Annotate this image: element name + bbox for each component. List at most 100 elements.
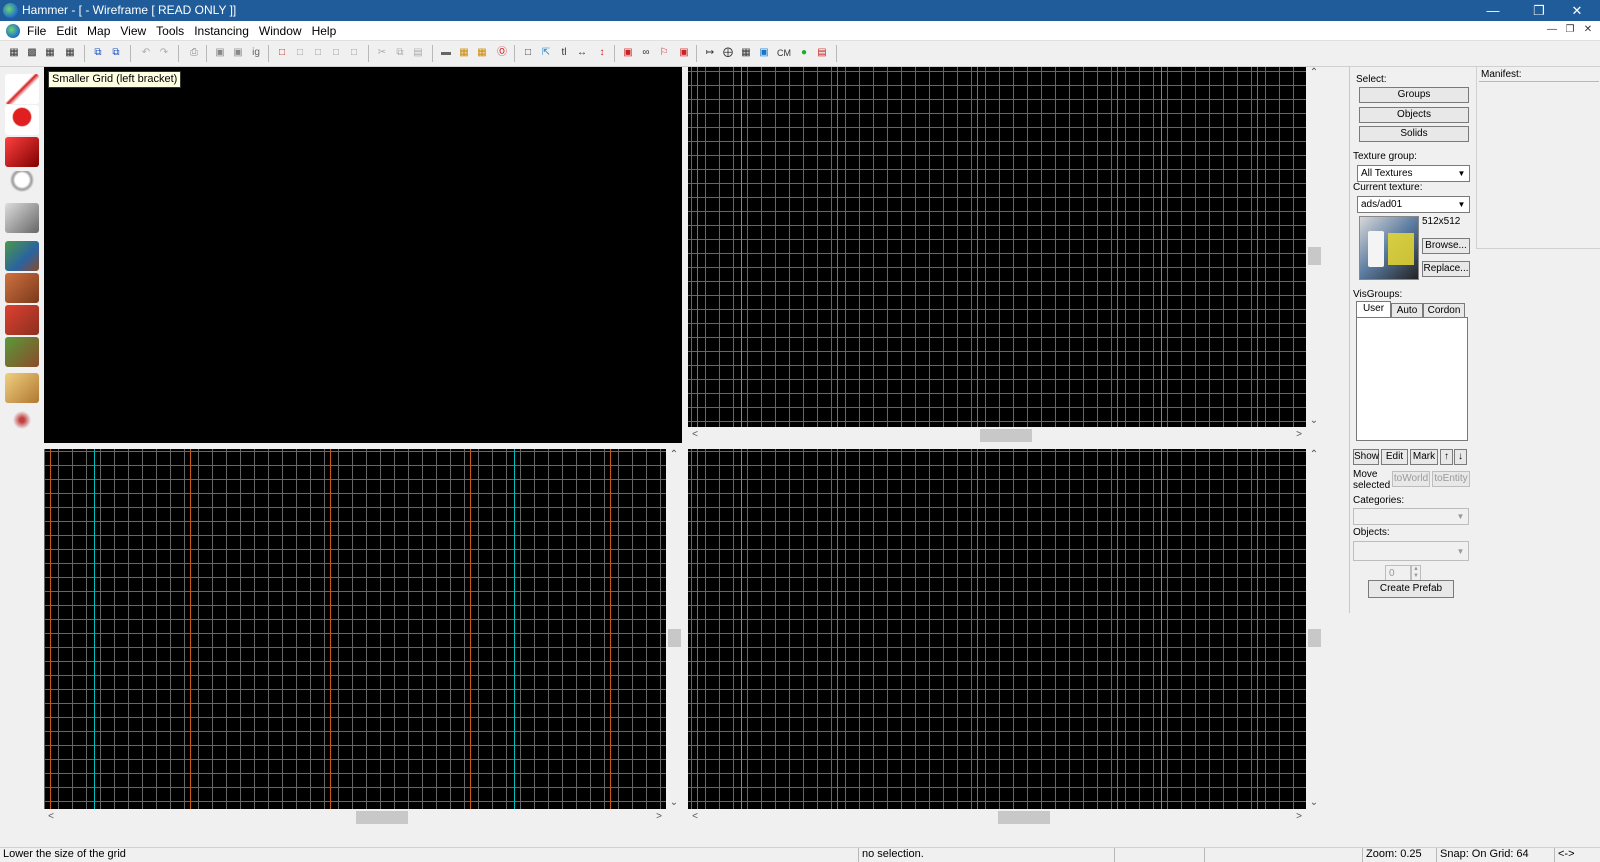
replace-button[interactable]: Replace... xyxy=(1422,261,1470,277)
minimize-button[interactable]: — xyxy=(1470,0,1516,21)
texture-lock-icon[interactable]: □ xyxy=(274,45,290,61)
menu-help[interactable]: Help xyxy=(312,24,337,38)
selection-box-icon[interactable]: □ xyxy=(520,45,536,61)
scrollbar-thumb[interactable] xyxy=(1308,629,1321,647)
selection-tool-icon[interactable] xyxy=(5,74,39,104)
flip-vertical-icon[interactable]: ↕ xyxy=(594,45,610,61)
radius-icon[interactable]: Ⓞ xyxy=(494,45,510,61)
categories-select[interactable]: ▼ xyxy=(1353,508,1469,525)
quick-show-icon[interactable]: ▣ xyxy=(676,45,692,61)
menu-instancing[interactable]: Instancing xyxy=(194,24,249,38)
scroll-down-icon[interactable]: ⌄ xyxy=(667,797,681,808)
print-icon[interactable]: ⎙ xyxy=(186,45,202,61)
camera-tool-icon[interactable] xyxy=(5,137,39,167)
compile-icon[interactable]: ↦ xyxy=(702,45,718,61)
visgroups-tab-user[interactable]: User xyxy=(1356,301,1391,317)
visgroups-mark-button[interactable]: Mark xyxy=(1410,449,1438,465)
menu-map[interactable]: Map xyxy=(87,24,110,38)
menu-view[interactable]: View xyxy=(120,24,146,38)
scrollbar-thumb[interactable] xyxy=(1308,247,1321,265)
scroll-right-icon[interactable]: > xyxy=(1292,811,1306,822)
vertex-tool-icon[interactable] xyxy=(5,405,39,435)
vmf-build-icon[interactable]: ▤ xyxy=(814,45,830,61)
scroll-left-icon[interactable]: < xyxy=(44,811,58,822)
flip-horizontal-icon[interactable]: ↔ xyxy=(574,45,590,61)
hide-selected-icon[interactable]: ▣ xyxy=(212,45,228,61)
select-by-handles-icon[interactable]: ⇱ xyxy=(538,45,554,61)
viewport-front-horizontal-scrollbar[interactable]: < > xyxy=(44,809,666,826)
lightmap-icon[interactable]: ▦ xyxy=(474,45,490,61)
ungroup-icon[interactable]: ⧉ xyxy=(108,45,124,61)
hide-unselected-icon[interactable]: ▣ xyxy=(230,45,246,61)
larger-grid-icon[interactable]: ▦ xyxy=(62,45,78,61)
viewport-side-vertical-scrollbar[interactable]: ⌃ ⌄ xyxy=(1306,449,1323,809)
entity-tool-icon[interactable] xyxy=(5,171,39,201)
clip-icon[interactable]: □ xyxy=(346,45,362,61)
create-prefab-button[interactable]: Create Prefab xyxy=(1368,580,1454,598)
clipping-tool-icon[interactable] xyxy=(5,373,39,403)
mdi-close-button[interactable]: ✕ xyxy=(1580,24,1596,35)
select-solids-button[interactable]: Solids xyxy=(1359,126,1469,142)
viewport-top-horizontal-scrollbar[interactable]: < > xyxy=(688,427,1306,444)
texture-icon[interactable]: ▦ xyxy=(456,45,472,61)
chevron-down-icon[interactable]: ▼ xyxy=(1454,545,1467,558)
spinner-icon[interactable]: ▲ ▼ xyxy=(1411,565,1421,581)
flat-shade-icon[interactable]: ▬ xyxy=(438,45,454,61)
current-texture-select[interactable]: ads/ad01 ▼ xyxy=(1357,196,1470,213)
scroll-down-icon[interactable]: ⌄ xyxy=(1307,415,1321,426)
undo-icon[interactable]: ↶ xyxy=(138,45,154,61)
center-views-icon[interactable]: ▣ xyxy=(620,45,636,61)
magnify-tool-icon[interactable] xyxy=(5,105,39,135)
texture-app-icon[interactable]: tl xyxy=(556,45,572,61)
entity-report-icon[interactable]: ⨁ xyxy=(720,45,736,61)
ignore-groups-icon[interactable]: ig xyxy=(248,45,264,61)
menu-window[interactable]: Window xyxy=(259,24,302,38)
map-info-icon[interactable]: ▦ xyxy=(738,45,754,61)
mdi-restore-button[interactable]: ❐ xyxy=(1562,24,1578,35)
viewport-side-horizontal-scrollbar[interactable]: < > xyxy=(688,809,1306,826)
viewport-front-vertical-scrollbar[interactable]: ⌃ ⌄ xyxy=(666,449,683,809)
cut-icon[interactable]: ✂ xyxy=(374,45,390,61)
grid-toggle-icon[interactable]: ▦ xyxy=(6,45,22,61)
chevron-down-icon[interactable]: ▼ xyxy=(1455,167,1468,180)
scrollbar-thumb[interactable] xyxy=(668,629,681,647)
visgroups-show-button[interactable]: Show xyxy=(1353,449,1379,465)
mdi-minimize-button[interactable]: — xyxy=(1544,24,1560,35)
decal-tool-icon[interactable] xyxy=(5,305,39,335)
to-entity-button[interactable]: toEntity xyxy=(1432,471,1470,487)
group-icon[interactable]: ⧉ xyxy=(90,45,106,61)
carve-icon[interactable]: □ xyxy=(310,45,326,61)
camera-icon[interactable]: ∞ xyxy=(638,45,654,61)
document-icon[interactable] xyxy=(6,24,20,38)
scroll-up-icon[interactable]: ⌃ xyxy=(667,449,681,460)
scroll-right-icon[interactable]: > xyxy=(652,811,666,822)
viewport-top-vertical-scrollbar[interactable]: ⌃ ⌄ xyxy=(1306,67,1323,427)
visgroups-list[interactable] xyxy=(1356,317,1468,441)
prefab-count-input[interactable]: 0 xyxy=(1385,565,1411,581)
grid-dots-icon[interactable]: ▩ xyxy=(24,45,40,61)
move-down-icon[interactable]: ↓ xyxy=(1454,449,1467,465)
scroll-left-icon[interactable]: < xyxy=(688,811,702,822)
cubemap-icon[interactable]: ▣ xyxy=(756,45,772,61)
browse-button[interactable]: Browse... xyxy=(1422,238,1470,254)
overlay-tool-icon[interactable] xyxy=(5,337,39,367)
menu-tools[interactable]: Tools xyxy=(156,24,184,38)
scrollbar-thumb[interactable] xyxy=(980,429,1032,442)
texture-application-icon[interactable] xyxy=(5,241,39,271)
menu-edit[interactable]: Edit xyxy=(56,24,77,38)
scroll-down-icon[interactable]: ⌄ xyxy=(1307,797,1321,808)
move-up-icon[interactable]: ↑ xyxy=(1440,449,1453,465)
close-button[interactable]: ✕ xyxy=(1554,0,1600,21)
objects-select[interactable]: ▼ xyxy=(1353,541,1469,561)
select-objects-button[interactable]: Objects xyxy=(1359,107,1469,123)
scrollbar-thumb[interactable] xyxy=(356,811,408,824)
scroll-left-icon[interactable]: < xyxy=(688,429,702,440)
to-world-button[interactable]: toWorld xyxy=(1392,471,1430,487)
smaller-grid-icon[interactable]: ▦ xyxy=(42,45,58,61)
chevron-down-icon[interactable]: ▼ xyxy=(1455,198,1468,211)
cubemap-build-icon[interactable]: CM xyxy=(776,45,792,61)
visgroups-edit-button[interactable]: Edit xyxy=(1381,449,1408,465)
apply-texture-icon[interactable] xyxy=(5,273,39,303)
menu-file[interactable]: File xyxy=(27,24,46,38)
scroll-up-icon[interactable]: ⌃ xyxy=(1307,449,1321,460)
